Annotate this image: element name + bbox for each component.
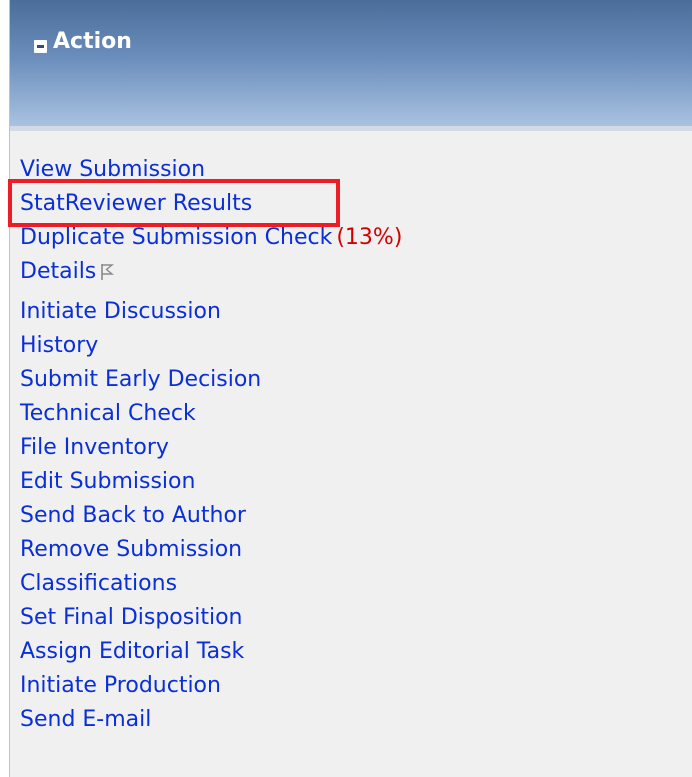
initiate-discussion-link[interactable]: Initiate Discussion — [20, 297, 221, 327]
list-item: Details — [20, 257, 402, 297]
duplicate-submission-check-link[interactable]: Duplicate Submission Check — [20, 223, 332, 253]
file-inventory-link[interactable]: File Inventory — [20, 433, 169, 463]
statreviewer-results-link[interactable]: StatReviewer Results — [20, 189, 252, 219]
send-back-to-author-link[interactable]: Send Back to Author — [20, 501, 246, 531]
remove-submission-link[interactable]: Remove Submission — [20, 535, 242, 565]
send-email-link[interactable]: Send E-mail — [20, 705, 151, 735]
list-item: Send Back to Author — [20, 501, 402, 535]
submit-early-decision-link[interactable]: Submit Early Decision — [20, 365, 261, 395]
list-item: Edit Submission — [20, 467, 402, 501]
header-divider — [10, 126, 692, 131]
assign-editorial-task-link[interactable]: Assign Editorial Task — [20, 637, 244, 667]
technical-check-link[interactable]: Technical Check — [20, 399, 196, 429]
flag-outline-icon[interactable] — [100, 262, 115, 292]
minus-box-icon[interactable] — [34, 40, 47, 53]
list-item: Set Final Disposition — [20, 603, 402, 637]
list-item: Send E-mail — [20, 705, 402, 739]
list-item: View Submission — [20, 155, 402, 189]
list-item: Assign Editorial Task — [20, 637, 402, 671]
list-item: Classifications — [20, 569, 402, 603]
action-list: View Submission StatReviewer Results Dup… — [20, 155, 402, 739]
list-item: History — [20, 331, 402, 365]
list-item: Initiate Discussion — [20, 297, 402, 331]
list-item: Duplicate Submission Check (13%) — [20, 223, 402, 257]
list-item: Submit Early Decision — [20, 365, 402, 399]
duplicate-percentage-badge: (13%) — [336, 225, 403, 250]
list-item: Technical Check — [20, 399, 402, 433]
edit-submission-link[interactable]: Edit Submission — [20, 467, 195, 497]
action-panel: Action View Submission StatReviewer Resu… — [9, 0, 692, 777]
list-item: StatReviewer Results — [20, 189, 402, 223]
panel-title: Action — [53, 29, 132, 54]
list-item: Remove Submission — [20, 535, 402, 569]
classifications-link[interactable]: Classifications — [20, 569, 177, 599]
list-item: Initiate Production — [20, 671, 402, 705]
list-item: File Inventory — [20, 433, 402, 467]
view-submission-link[interactable]: View Submission — [20, 155, 205, 185]
details-link[interactable]: Details — [20, 257, 96, 287]
history-link[interactable]: History — [20, 331, 98, 361]
initiate-production-link[interactable]: Initiate Production — [20, 671, 221, 701]
action-panel-header[interactable]: Action — [10, 0, 692, 126]
set-final-disposition-link[interactable]: Set Final Disposition — [20, 603, 242, 633]
